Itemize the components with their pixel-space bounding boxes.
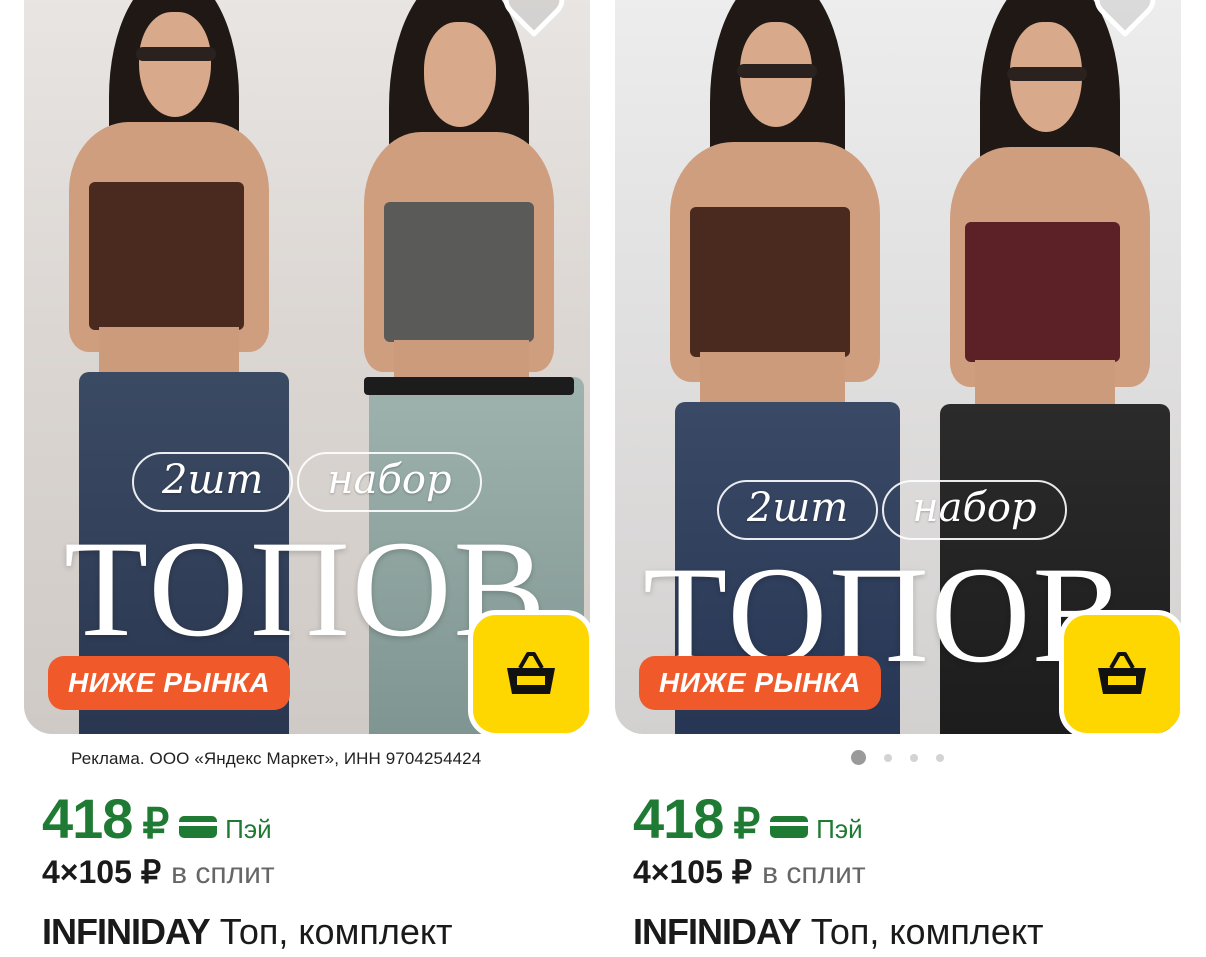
price-value: 418 — [42, 787, 133, 850]
split-label: в сплит — [762, 857, 866, 890]
carousel-dot[interactable] — [884, 753, 892, 762]
price-row: 418 ₽ Пэй — [42, 786, 272, 851]
promo-badge: НИЖЕ РЫНКА — [48, 656, 291, 710]
heart-icon — [1094, 0, 1156, 37]
brand-name: INFINIDAY — [42, 911, 211, 952]
basket-icon — [507, 652, 555, 694]
overlay-pill-set: набор — [882, 480, 1067, 540]
brand-name: INFINIDAY — [633, 911, 802, 952]
product-image[interactable]: 2шт набор ТОПОВ НИЖЕ РЫНКА — [615, 0, 1181, 734]
product-card[interactable]: 2шт набор ТОПОВ НИЖЕ РЫНКА Реклама. ООО … — [24, 0, 590, 957]
product-name: Топ, комплект — [810, 911, 1044, 952]
product-image[interactable]: 2шт набор ТОПОВ НИЖЕ РЫНКА — [24, 0, 590, 734]
promo-badge: НИЖЕ РЫНКА — [639, 656, 882, 710]
add-to-cart-button[interactable] — [1059, 610, 1181, 734]
ad-disclaimer: Реклама. ООО «Яндекс Маркет», ИНН 970425… — [71, 749, 482, 768]
product-title[interactable]: INFINIDAY Топ, комплект — [633, 911, 1044, 953]
price-currency: ₽ — [142, 800, 170, 847]
product-card[interactable]: 2шт набор ТОПОВ НИЖЕ РЫНКА 418 ₽ Пэй 4×1… — [615, 0, 1181, 957]
carousel-dot-active[interactable] — [851, 750, 866, 765]
belt — [364, 377, 574, 395]
split-row: 4×105 ₽ в сплит — [42, 853, 275, 891]
split-amount: 4×105 ₽ — [633, 854, 753, 890]
pay-label: Пэй — [225, 814, 272, 844]
overlay-pills: 2шт набор — [132, 452, 482, 512]
product-title[interactable]: INFINIDAY Топ, комплект — [42, 911, 453, 953]
price-row: 418 ₽ Пэй — [633, 786, 863, 851]
carousel-dot[interactable] — [936, 753, 944, 762]
product-name: Топ, комплект — [219, 911, 453, 952]
price-currency: ₽ — [733, 800, 761, 847]
overlay-pill-quantity: 2шт — [132, 452, 294, 512]
card-icon — [179, 816, 218, 838]
carousel-indicator[interactable] — [851, 750, 944, 765]
heart-icon — [503, 0, 565, 37]
favorite-button[interactable] — [1093, 0, 1157, 40]
overlay-pill-quantity: 2шт — [717, 480, 879, 540]
favorite-button[interactable] — [502, 0, 566, 40]
add-to-cart-button[interactable] — [468, 610, 590, 734]
price-value: 418 — [633, 787, 724, 850]
split-row: 4×105 ₽ в сплит — [633, 853, 866, 891]
split-label: в сплит — [171, 857, 275, 890]
carousel-dot[interactable] — [910, 753, 918, 762]
pay-label: Пэй — [816, 814, 863, 844]
card-icon — [770, 816, 809, 838]
basket-icon — [1098, 652, 1146, 694]
split-amount: 4×105 ₽ — [42, 854, 162, 890]
overlay-pills: 2шт набор — [717, 480, 1067, 540]
overlay-pill-set: набор — [297, 452, 482, 512]
